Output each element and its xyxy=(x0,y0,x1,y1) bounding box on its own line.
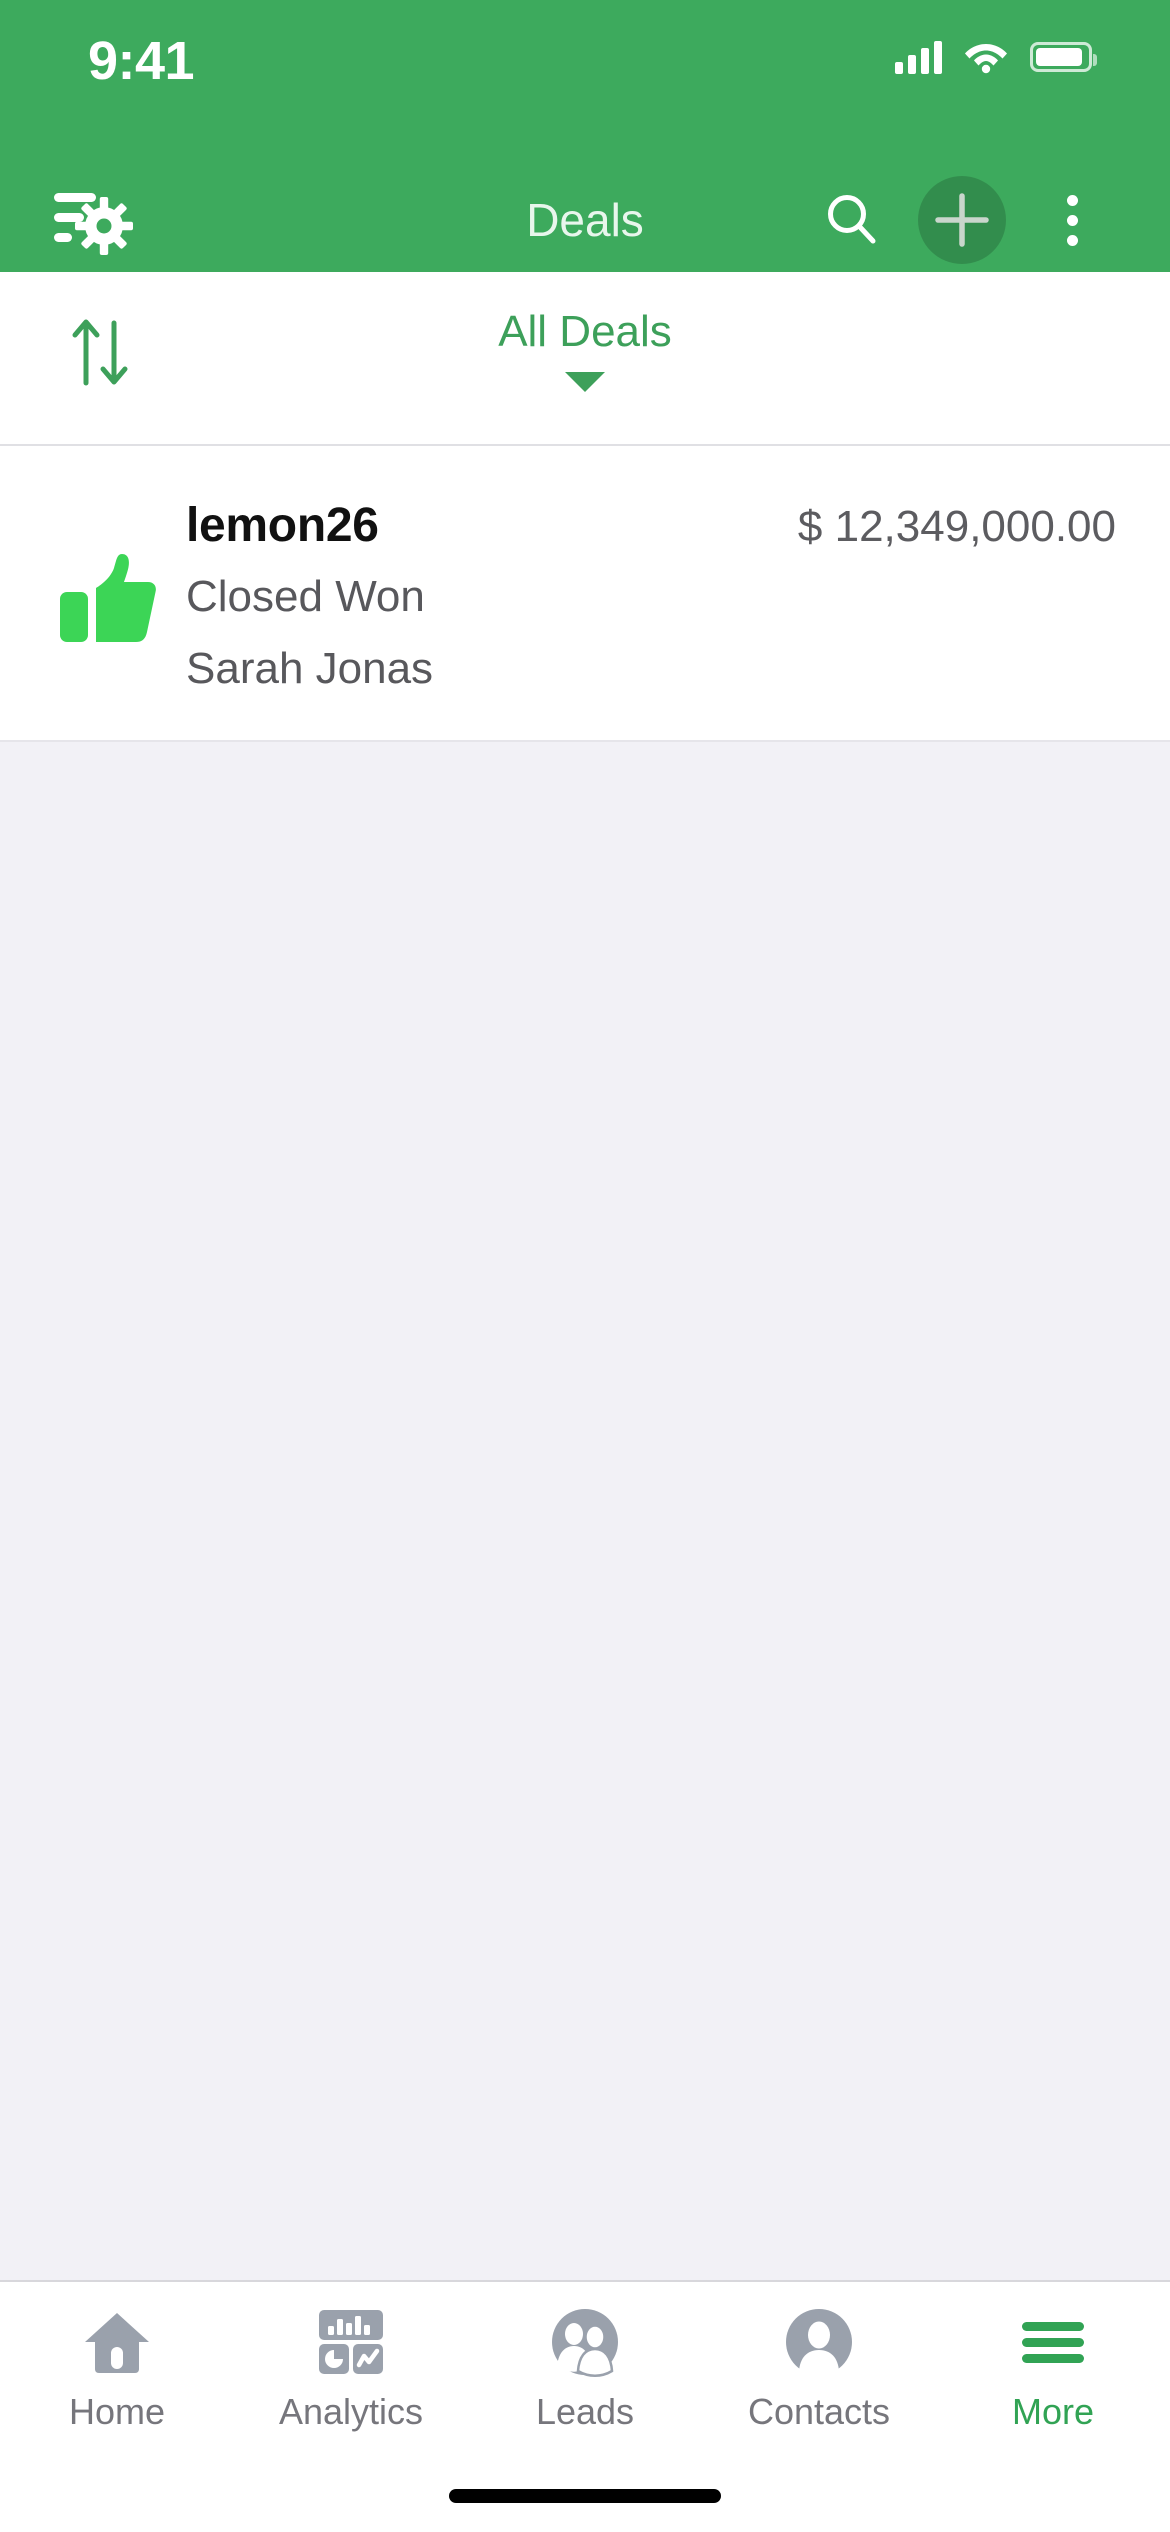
filter-bar: All Deals xyxy=(0,272,1170,446)
filter-settings-button[interactable] xyxy=(0,181,190,259)
battery-icon xyxy=(1030,42,1097,72)
bottom-tab-bar: Home Analytics Leads Contacts More xyxy=(0,2280,1170,2460)
deals-list: lemon26 $ 12,349,000.00 Closed Won Sarah… xyxy=(0,446,1170,741)
tab-more[interactable]: More xyxy=(936,2304,1170,2430)
wifi-icon xyxy=(965,44,1007,74)
sort-arrows-icon xyxy=(72,319,128,386)
app-bar-actions xyxy=(806,174,1170,266)
contacts-icon xyxy=(784,2304,854,2380)
tab-label-home: Home xyxy=(68,2391,166,2432)
tab-label-contacts: Contacts xyxy=(747,2391,891,2432)
deal-owner: Sarah Jonas xyxy=(186,643,434,693)
tab-label-more: More xyxy=(1011,2391,1095,2432)
leads-icon xyxy=(550,2304,620,2380)
home-indicator[interactable] xyxy=(449,2489,721,2503)
deal-stage: Closed Won xyxy=(186,571,425,621)
deal-list-item[interactable]: lemon26 $ 12,349,000.00 Closed Won Sarah… xyxy=(0,446,1170,741)
overflow-menu-icon xyxy=(1066,194,1078,246)
status-bar: 9:41 xyxy=(0,0,1170,168)
add-plus-icon xyxy=(935,193,989,247)
tab-label-leads: Leads xyxy=(535,2391,635,2432)
tab-label-analytics: Analytics xyxy=(278,2391,424,2432)
search-button[interactable] xyxy=(806,174,898,266)
deals-screen: 9:41 Deals All Deals lemon26 $ 12,349,00… xyxy=(0,0,1170,2532)
thumbs-up-icon xyxy=(60,554,156,642)
overflow-menu-button[interactable] xyxy=(1026,174,1118,266)
chevron-down-icon xyxy=(565,372,605,392)
deal-details: lemon26 $ 12,349,000.00 Closed Won Sarah… xyxy=(186,498,1116,694)
home-icon xyxy=(83,2304,151,2380)
status-bar-indicators xyxy=(895,34,1097,74)
status-bar-time: 9:41 xyxy=(88,31,195,91)
deal-primary-row: lemon26 $ 12,349,000.00 xyxy=(186,498,1116,555)
hamburger-menu-icon xyxy=(1018,2304,1088,2380)
search-icon xyxy=(828,195,876,244)
tab-home[interactable]: Home xyxy=(0,2304,234,2430)
app-bar: Deals xyxy=(0,168,1170,272)
home-indicator-area xyxy=(0,2460,1170,2532)
deal-amount: $ 12,349,000.00 xyxy=(797,502,1116,551)
filter-settings-icon xyxy=(54,193,133,255)
tab-analytics[interactable]: Analytics xyxy=(234,2304,468,2430)
sort-button[interactable] xyxy=(0,272,200,446)
tab-contacts[interactable]: Contacts xyxy=(702,2304,936,2430)
tab-leads[interactable]: Leads xyxy=(468,2304,702,2430)
empty-list-area xyxy=(0,740,1170,2280)
add-deal-button[interactable] xyxy=(916,174,1008,266)
cellular-signal-icon xyxy=(895,40,942,74)
analytics-icon xyxy=(317,2304,385,2380)
deal-name: lemon26 xyxy=(186,499,379,552)
deal-status-icon-wrap xyxy=(54,498,186,654)
view-filter-label: All Deals xyxy=(498,307,672,356)
